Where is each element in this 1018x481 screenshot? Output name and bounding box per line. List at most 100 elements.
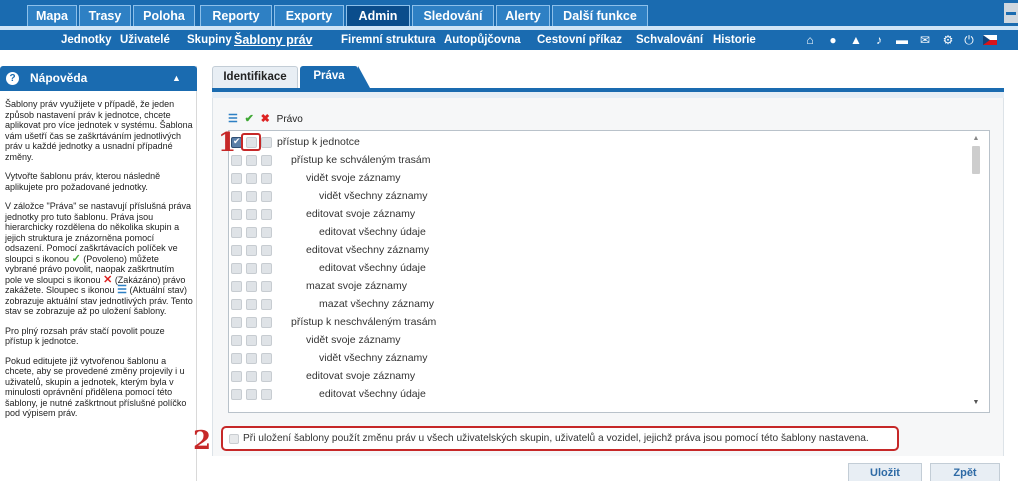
- deny-checkbox[interactable]: [261, 299, 272, 310]
- status-checkbox[interactable]: [231, 173, 242, 184]
- apply-checkbox[interactable]: [229, 434, 239, 444]
- allow-checkbox[interactable]: [246, 353, 257, 364]
- deny-checkbox[interactable]: [261, 335, 272, 346]
- tab-identifikace[interactable]: Identifikace: [212, 66, 298, 88]
- subnav-firemni-struktura[interactable]: Firemní struktura: [341, 30, 436, 50]
- subnav-uzivatele[interactable]: Uživatelé: [120, 30, 170, 50]
- cross-icon: ✕: [103, 273, 113, 286]
- subnav-sablony-prav[interactable]: Šablony práv: [234, 30, 313, 50]
- allow-checkbox[interactable]: [246, 317, 257, 328]
- nav-tab-exporty[interactable]: Exporty: [274, 5, 344, 26]
- status-checkbox[interactable]: [231, 371, 242, 382]
- save-button[interactable]: Uložit: [848, 463, 922, 481]
- scroll-down-icon[interactable]: ▼: [970, 398, 982, 408]
- status-checkbox[interactable]: [231, 353, 242, 364]
- subnav-autopujcovna[interactable]: Autopůjčovna: [444, 30, 521, 50]
- sound-icon[interactable]: ♪: [872, 32, 886, 48]
- help-header[interactable]: ? Nápověda ▲: [0, 66, 197, 91]
- home-icon[interactable]: ⌂: [803, 32, 817, 48]
- help-sidebar: ? Nápověda ▲ Šablony práv využijete v př…: [0, 66, 197, 481]
- allow-checkbox[interactable]: [246, 155, 257, 166]
- deny-checkbox[interactable]: [261, 281, 272, 292]
- check-icon: ✓: [71, 252, 81, 265]
- back-button[interactable]: Zpět: [930, 463, 1000, 481]
- flag-icon[interactable]: [983, 32, 997, 48]
- rights-row: vidět svoje záznamy: [229, 170, 971, 187]
- status-checkbox[interactable]: [231, 317, 242, 328]
- scroll-up-icon[interactable]: ▲: [970, 134, 982, 144]
- allow-checkbox[interactable]: [246, 389, 257, 400]
- scroll-thumb[interactable]: [972, 146, 980, 174]
- rights-row-label: vidět všechny záznamy: [319, 190, 428, 202]
- rights-row: mazat všechny záznamy: [229, 296, 971, 313]
- deny-checkbox[interactable]: [261, 263, 272, 274]
- chat-icon[interactable]: ●: [826, 32, 840, 48]
- allow-checkbox[interactable]: [246, 173, 257, 184]
- rights-row-label: vidět všechny záznamy: [319, 352, 428, 364]
- allow-checkbox[interactable]: [246, 191, 257, 202]
- deny-checkbox[interactable]: [261, 137, 272, 148]
- deny-checkbox[interactable]: [261, 173, 272, 184]
- nav-tab-sledovani[interactable]: Sledování: [412, 5, 494, 26]
- deny-checkbox[interactable]: [261, 389, 272, 400]
- deny-checkbox[interactable]: [261, 371, 272, 382]
- rights-row-label: editovat všechny údaje: [319, 262, 426, 274]
- subnav-historie[interactable]: Historie: [713, 30, 756, 50]
- nav-tab-dalsi-funkce[interactable]: Další funkce: [552, 5, 648, 26]
- nav-tab-trasy[interactable]: Trasy: [79, 5, 131, 26]
- rights-row-label: přístup k jednotce: [277, 136, 360, 148]
- tab-prava[interactable]: Práva: [300, 66, 358, 88]
- allow-checkbox[interactable]: [246, 299, 257, 310]
- folder-icon[interactable]: ▬: [895, 32, 909, 48]
- rights-row: editovat svoje záznamy: [229, 206, 971, 223]
- collapse-arrow-icon[interactable]: ▲: [172, 66, 181, 91]
- allow-checkbox[interactable]: [246, 371, 257, 382]
- allow-checkbox[interactable]: [246, 281, 257, 292]
- status-checkbox[interactable]: [231, 191, 242, 202]
- annotation-marker-1: 1: [218, 128, 237, 158]
- collapse-icon[interactable]: ▬: [1004, 3, 1018, 23]
- list-icon: ☰: [228, 113, 238, 125]
- nav-tab-reporty[interactable]: Reporty: [200, 5, 272, 26]
- status-checkbox[interactable]: [231, 209, 242, 220]
- tree-scrollbar[interactable]: ▲ ▼: [970, 134, 982, 410]
- status-checkbox[interactable]: [231, 281, 242, 292]
- list-icon: ☰: [117, 284, 127, 296]
- deny-checkbox[interactable]: [261, 353, 272, 364]
- subnav-schvalovani[interactable]: Schvalování: [636, 30, 703, 50]
- nav-tab-poloha[interactable]: Poloha: [133, 5, 195, 26]
- allow-checkbox[interactable]: [246, 209, 257, 220]
- rights-row: přístup ke schváleným trasám: [229, 152, 971, 169]
- status-checkbox[interactable]: [231, 227, 242, 238]
- nav-tab-admin[interactable]: Admin: [346, 5, 410, 26]
- highlight-box: [241, 133, 261, 151]
- mail-icon[interactable]: ✉: [918, 32, 932, 48]
- deny-checkbox[interactable]: [261, 155, 272, 166]
- status-checkbox[interactable]: [231, 335, 242, 346]
- allow-checkbox[interactable]: [246, 263, 257, 274]
- settings-icon[interactable]: ⚙: [941, 32, 955, 48]
- power-icon[interactable]: ⏻: [962, 32, 976, 48]
- deny-checkbox[interactable]: [261, 317, 272, 328]
- subnav-jednotky[interactable]: Jednotky: [61, 30, 112, 50]
- rights-row-label: přístup k neschváleným trasám: [291, 316, 437, 328]
- rights-row-label: editovat svoje záznamy: [306, 370, 416, 382]
- alert-icon[interactable]: ▲: [849, 32, 863, 48]
- status-checkbox[interactable]: [231, 245, 242, 256]
- deny-checkbox[interactable]: [261, 191, 272, 202]
- deny-checkbox[interactable]: [261, 209, 272, 220]
- deny-checkbox[interactable]: [261, 245, 272, 256]
- allow-checkbox[interactable]: [246, 335, 257, 346]
- allow-checkbox[interactable]: [246, 227, 257, 238]
- subnav-cestovni-prikaz[interactable]: Cestovní příkaz: [537, 30, 622, 50]
- status-checkbox[interactable]: [231, 299, 242, 310]
- rights-row-label: editovat všechny údaje: [319, 388, 426, 400]
- deny-checkbox[interactable]: [261, 227, 272, 238]
- subnav-skupiny[interactable]: Skupiny: [187, 30, 232, 50]
- nav-tab-alerty[interactable]: Alerty: [496, 5, 550, 26]
- allow-checkbox[interactable]: [246, 245, 257, 256]
- rights-row-label: mazat svoje záznamy: [306, 280, 407, 292]
- status-checkbox[interactable]: [231, 389, 242, 400]
- nav-tab-mapa[interactable]: Mapa: [27, 5, 77, 26]
- status-checkbox[interactable]: [231, 263, 242, 274]
